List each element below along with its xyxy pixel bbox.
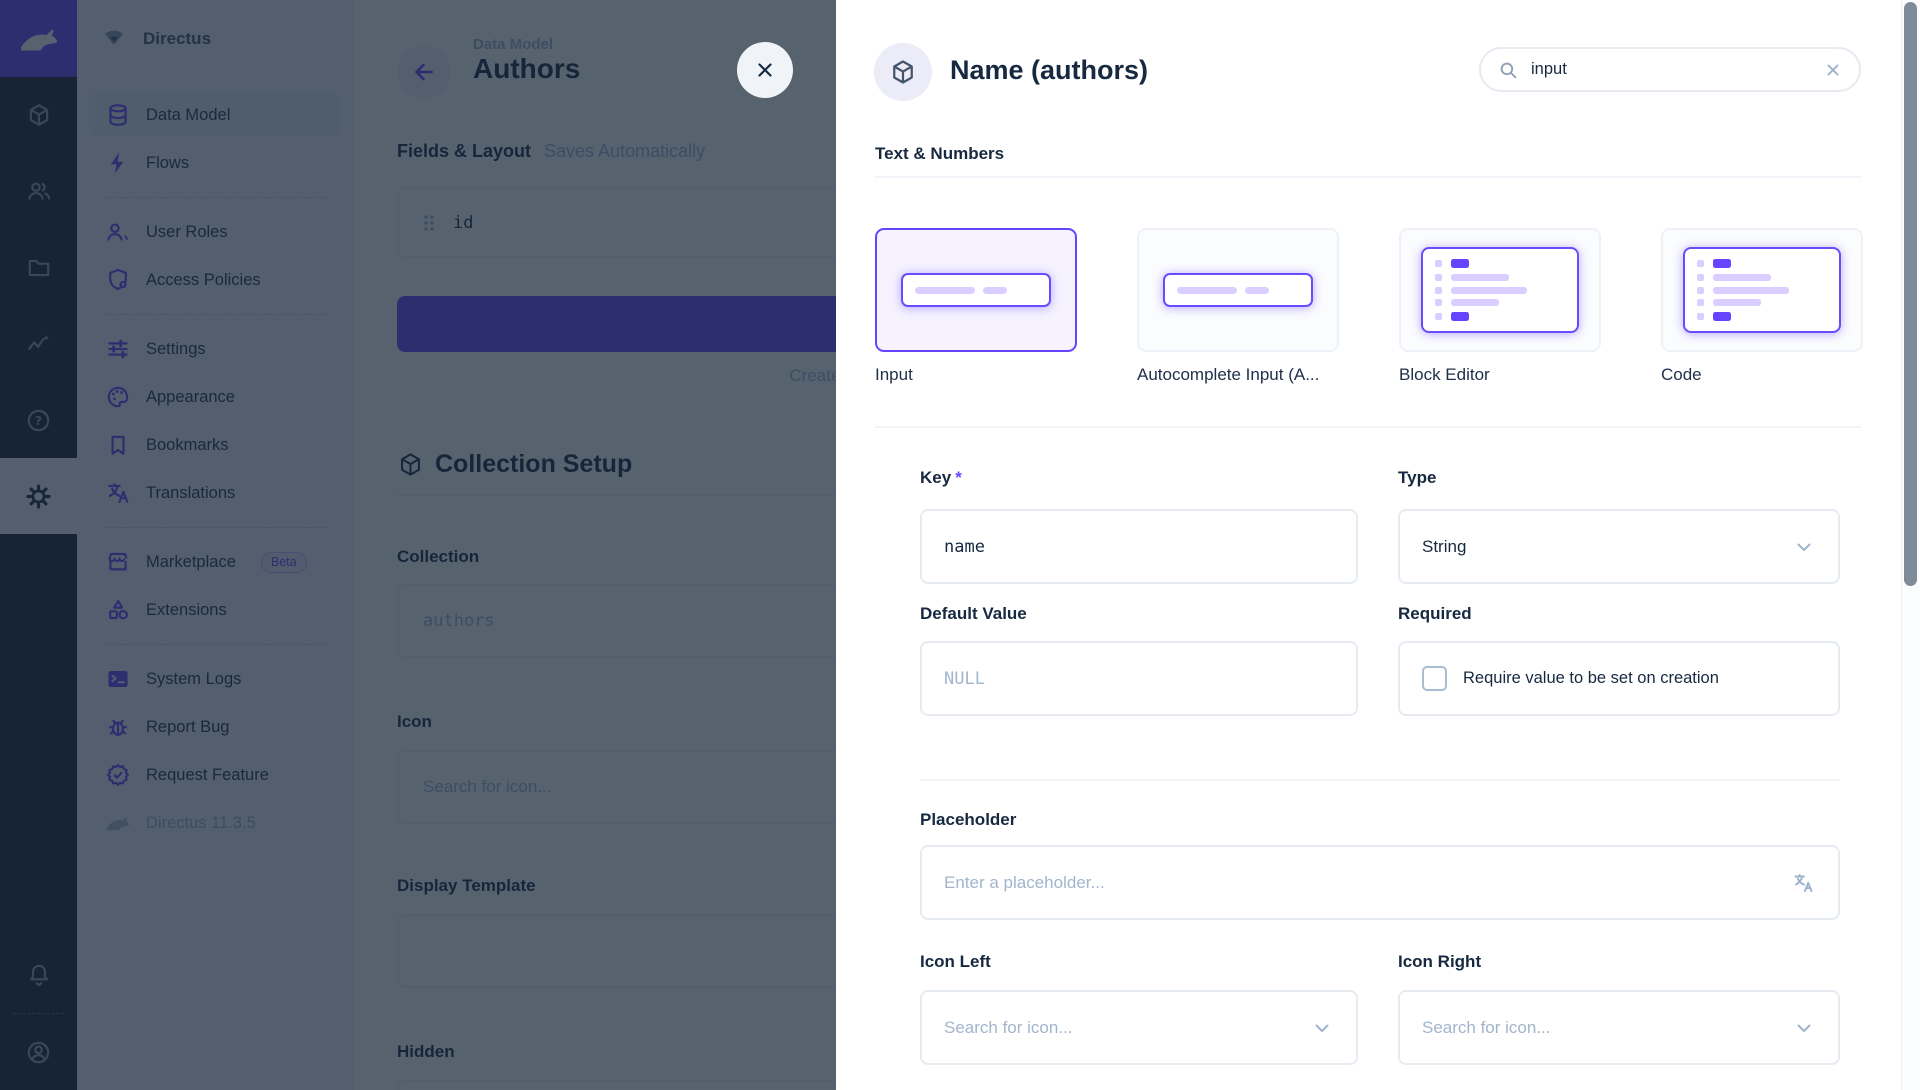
interface-card-block-editor[interactable]: Block Editor: [1399, 228, 1601, 385]
key-label: Key*: [920, 468, 962, 488]
placeholder-input[interactable]: Enter a placeholder...: [920, 845, 1840, 920]
drawer-header-icon: [874, 43, 932, 101]
input-preview: [1137, 228, 1339, 352]
type-value: String: [1422, 537, 1466, 557]
icon-right-label: Icon Right: [1398, 952, 1481, 972]
chevron-down-icon: [1792, 1016, 1816, 1040]
required-checkbox-label: Require value to be set on creation: [1463, 669, 1719, 688]
placeholder-input-placeholder: Enter a placeholder...: [944, 873, 1105, 893]
required-label: Required: [1398, 604, 1472, 624]
default-value-label: Default Value: [920, 604, 1027, 624]
interface-card-code[interactable]: Code: [1661, 228, 1863, 385]
field-config-drawer: Name (authors) Text & Numbers Input: [836, 0, 1920, 1090]
icon-right-placeholder: Search for icon...: [1422, 1018, 1551, 1038]
form-divider: [920, 779, 1840, 781]
drawer-scrollbar[interactable]: [1901, 0, 1920, 1090]
editor-preview: [1661, 228, 1863, 352]
interface-label: Block Editor: [1399, 365, 1601, 385]
box-icon: [889, 58, 917, 86]
scrollbar-thumb[interactable]: [1904, 2, 1917, 586]
interface-label: Code: [1661, 365, 1863, 385]
search-input[interactable]: [1531, 60, 1811, 79]
icon-left-select[interactable]: Search for icon...: [920, 990, 1358, 1065]
search-icon: [1497, 59, 1519, 81]
placeholder-label: Placeholder: [920, 810, 1016, 830]
interface-search[interactable]: [1479, 47, 1861, 92]
interface-cards: Input Autocomplete Input (A...: [875, 228, 1863, 385]
close-icon: [753, 58, 777, 82]
type-label: Type: [1398, 468, 1436, 488]
interface-label: Input: [875, 365, 1077, 385]
default-value-placeholder: NULL: [944, 669, 985, 689]
drawer-title: Name (authors): [950, 55, 1148, 86]
interface-card-autocomplete[interactable]: Autocomplete Input (A...: [1137, 228, 1339, 385]
icon-right-select[interactable]: Search for icon...: [1398, 990, 1840, 1065]
icon-left-label: Icon Left: [920, 952, 991, 972]
required-field-box: Require value to be set on creation: [1398, 641, 1840, 716]
chevron-down-icon: [1792, 535, 1816, 559]
icon-left-placeholder: Search for icon...: [944, 1018, 1073, 1038]
section-divider: [875, 426, 1861, 428]
key-value: name: [944, 537, 985, 557]
clear-search-button[interactable]: [1823, 60, 1843, 80]
directus-app: ? Directus: [0, 0, 1920, 1090]
editor-preview: [1399, 228, 1601, 352]
drawer-close-button[interactable]: [737, 42, 793, 98]
required-asterisk: *: [955, 468, 962, 487]
interface-card-input[interactable]: Input: [875, 228, 1077, 385]
section-divider: [875, 176, 1861, 178]
interface-group-title: Text & Numbers: [875, 144, 1004, 164]
type-select[interactable]: String: [1398, 509, 1840, 584]
interface-label: Autocomplete Input (A...: [1137, 365, 1339, 385]
input-preview: [875, 228, 1077, 352]
chevron-down-icon: [1310, 1016, 1334, 1040]
translate-icon: [1792, 871, 1816, 895]
default-value-input[interactable]: NULL: [920, 641, 1358, 716]
key-input[interactable]: name: [920, 509, 1358, 584]
required-checkbox[interactable]: [1422, 666, 1447, 691]
